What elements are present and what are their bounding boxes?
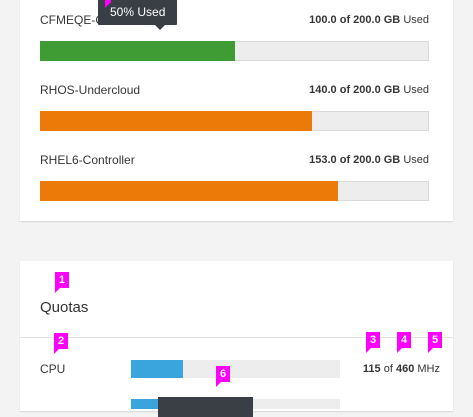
utilization-row-stat: 153.0 of 200.0 GB Used bbox=[309, 154, 429, 166]
quota-cpu-progress-bar[interactable] bbox=[131, 360, 340, 378]
annotation-badge-2: 2 bbox=[54, 333, 68, 354]
quota-cpu-label: CPU bbox=[40, 362, 66, 376]
quota-cpu-of: of bbox=[383, 363, 393, 375]
utilization-progress-fill bbox=[40, 111, 313, 131]
utilization-unit: Used bbox=[403, 14, 429, 26]
utilization-row-stat: 140.0 of 200.0 GB Used bbox=[309, 84, 429, 96]
quotas-title: Quotas bbox=[40, 299, 89, 316]
utilization-unit: Used bbox=[403, 154, 429, 166]
utilization-row-name: RHOS-Undercloud bbox=[40, 83, 141, 97]
utilization-progress-bar[interactable] bbox=[40, 111, 429, 131]
quota-cpu-progress-fill bbox=[131, 360, 184, 378]
storage-utilization-card: CFMEQE-C 100.0 of 200.0 GB Used RHOS-Und… bbox=[20, 0, 453, 221]
annotation-badge-3: 3 bbox=[366, 332, 380, 353]
utilization-row-name: CFMEQE-C bbox=[40, 13, 104, 27]
quota-second-progress-fill bbox=[131, 399, 161, 409]
utilization-total-value: of 200.0 GB bbox=[339, 154, 401, 166]
annotation-badge-6: 6 bbox=[216, 366, 230, 387]
annotation-badge-1: 1 bbox=[55, 272, 69, 293]
quota-cpu-unit: MHz bbox=[417, 363, 440, 375]
utilization-progress-bar[interactable] bbox=[40, 181, 429, 201]
usage-tooltip-arrow bbox=[155, 25, 165, 30]
utilization-used-value: 140.0 bbox=[309, 84, 337, 96]
annotation-badge-4: 4 bbox=[397, 332, 411, 353]
utilization-total-value: of 200.0 GB bbox=[339, 14, 401, 26]
utilization-unit: Used bbox=[403, 84, 429, 96]
annotation-badge-partial bbox=[105, 0, 111, 8]
utilization-progress-fill bbox=[40, 41, 235, 61]
utilization-row-name: RHEL6-Controller bbox=[40, 153, 135, 167]
quota-cpu-stat: 115 of 460 MHz bbox=[363, 363, 440, 375]
utilization-total-value: of 200.0 GB bbox=[339, 84, 401, 96]
utilization-progress-bar[interactable] bbox=[40, 41, 429, 61]
quota-cpu-used: 115 bbox=[362, 363, 381, 375]
utilization-used-value: 100.0 bbox=[309, 14, 337, 26]
quota-cpu-total: 460 bbox=[395, 363, 415, 375]
quota-tooltip bbox=[158, 397, 253, 417]
quotas-card: Quotas CPU 115 of 460 MHz bbox=[20, 261, 453, 417]
quotas-divider bbox=[20, 337, 453, 338]
annotation-badge-5: 5 bbox=[428, 332, 442, 353]
utilization-progress-fill bbox=[40, 181, 338, 201]
utilization-row-stat: 100.0 of 200.0 GB Used bbox=[309, 14, 429, 26]
utilization-used-value: 153.0 bbox=[309, 154, 337, 166]
